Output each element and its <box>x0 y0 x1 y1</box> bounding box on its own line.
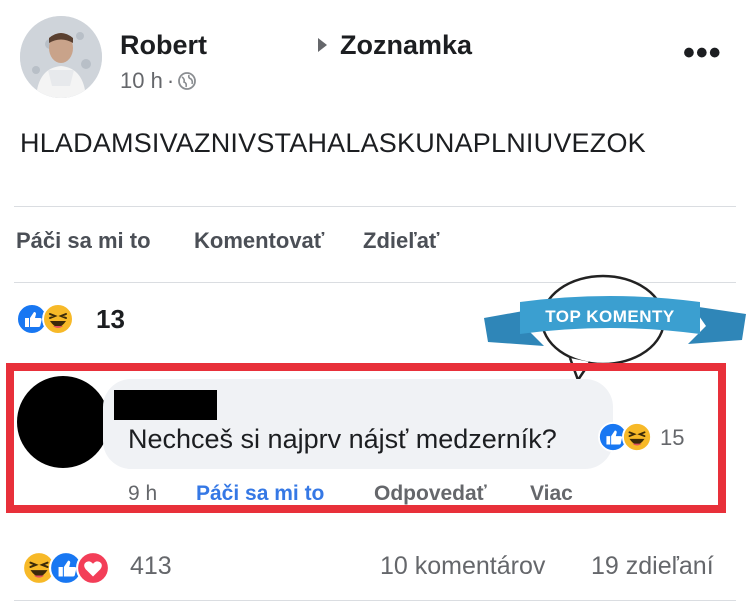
comment-like-button[interactable]: Páči sa mi to <box>196 482 324 506</box>
more-options-icon[interactable]: ••• <box>683 36 722 70</box>
comment-reactions[interactable] <box>598 422 652 452</box>
meta-separator: · <box>166 68 175 93</box>
author-avatar[interactable] <box>20 16 102 98</box>
commenter-name-redacted[interactable] <box>114 390 217 420</box>
post-reactions[interactable] <box>22 551 110 585</box>
haha-icon <box>42 303 74 335</box>
comment-time[interactable]: 9 h <box>128 482 157 506</box>
comment-count[interactable]: 10 komentárov <box>380 552 545 581</box>
badge-label: TOP KOMENTY <box>545 307 675 326</box>
like-button[interactable]: Páči sa mi to <box>16 228 151 254</box>
comment-more-button[interactable]: Viac <box>530 482 573 506</box>
reaction-summary[interactable] <box>16 303 74 335</box>
comment-text: Nechceš si najprv nájsť medzerník? <box>128 424 557 454</box>
reaction-count[interactable]: 13 <box>96 304 125 335</box>
author-name[interactable]: Robert <box>120 30 207 61</box>
comment-button[interactable]: Komentovať <box>194 228 324 254</box>
divider <box>14 600 736 601</box>
commenter-avatar[interactable] <box>17 376 109 468</box>
group-name[interactable]: Zoznamka <box>340 30 472 61</box>
comment-reply-button[interactable]: Odpovedať <box>374 482 487 506</box>
globe-icon <box>178 72 197 90</box>
post-text: HLADAMSIVAZNIVSTAHALASKUNAPLNIUVEZOK <box>20 128 646 158</box>
share-count[interactable]: 19 zdieľaní <box>591 552 714 581</box>
arrow-right-icon <box>318 38 327 52</box>
post-reaction-count[interactable]: 413 <box>130 552 172 581</box>
post-time[interactable]: 10 h <box>120 68 163 94</box>
love-icon <box>76 551 110 585</box>
haha-icon <box>622 422 652 452</box>
share-button[interactable]: Zdieľať <box>363 228 439 254</box>
divider <box>14 206 736 207</box>
post-meta: 10 h · <box>120 68 197 94</box>
comment-reaction-count[interactable]: 15 <box>660 425 684 451</box>
